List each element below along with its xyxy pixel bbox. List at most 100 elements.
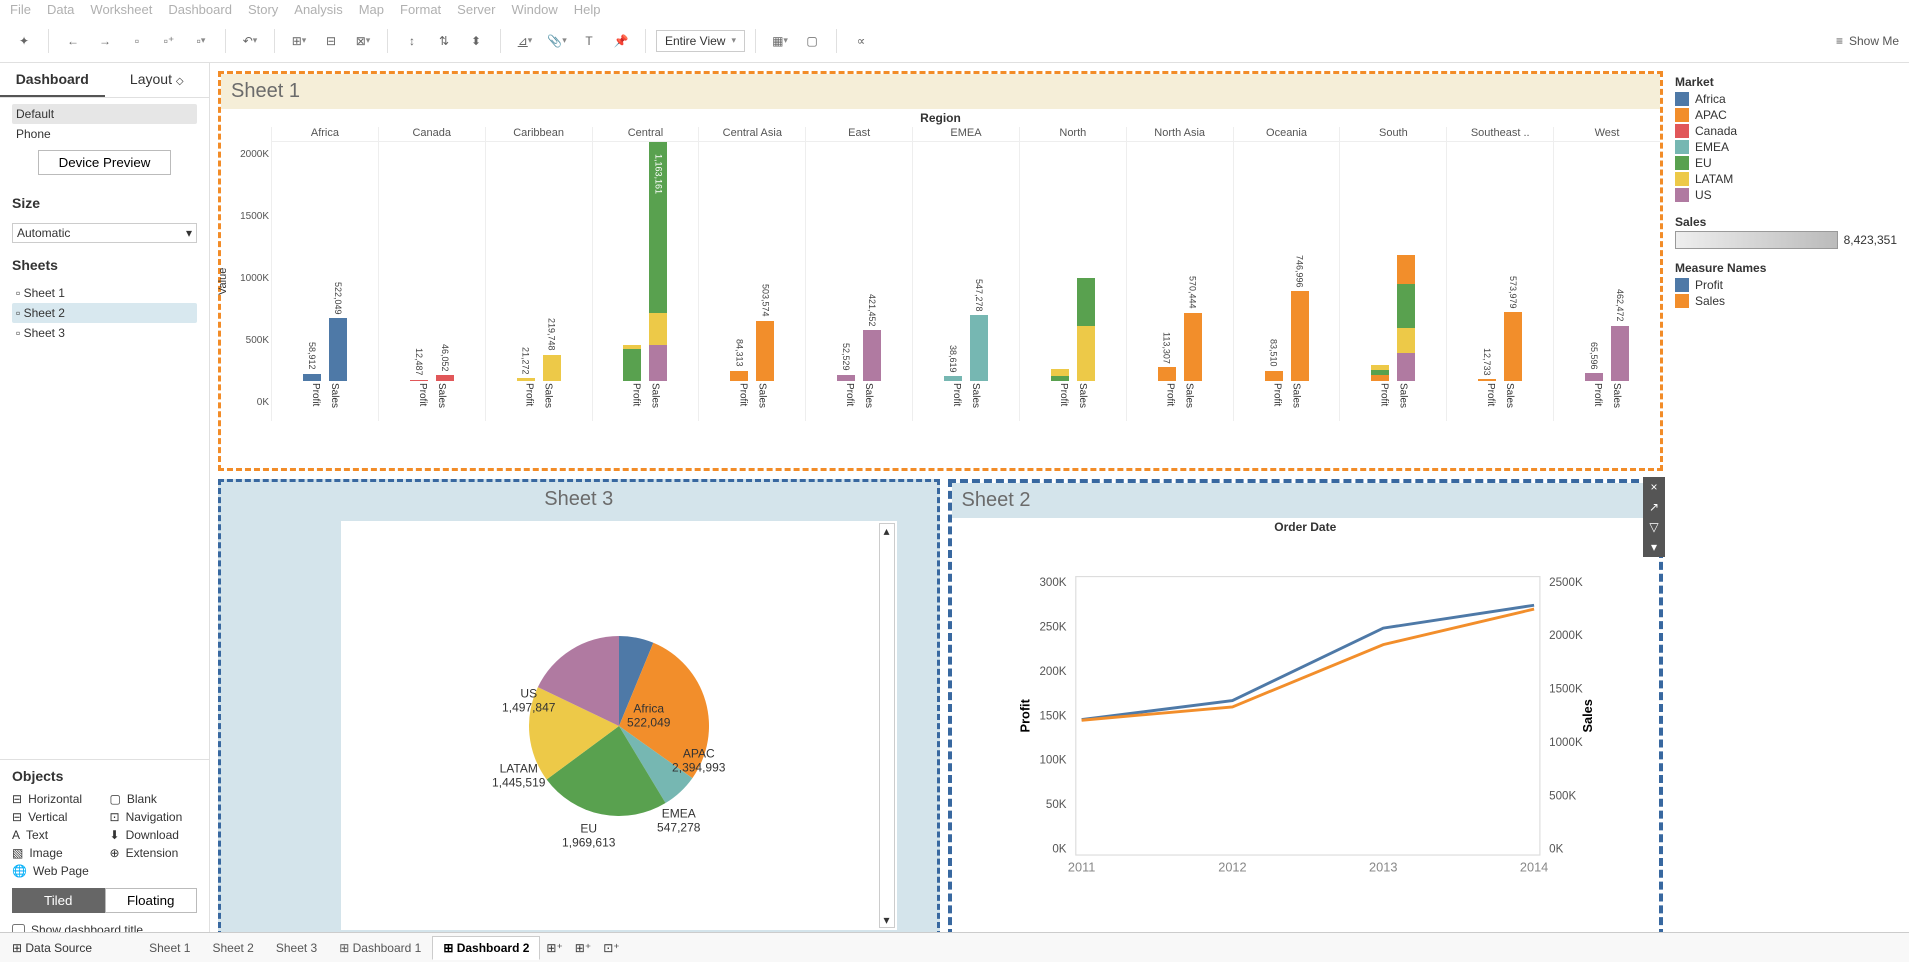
object-horizontal[interactable]: ⊟Horizontal	[12, 792, 100, 806]
region-header: North	[1019, 127, 1126, 141]
clear-icon[interactable]: ⊠ ▾	[349, 27, 377, 55]
menu-format[interactable]: Format	[400, 2, 441, 17]
sheet2-panel[interactable]: Sheet 2 Order Date 0K50K100K150K200K250K…	[948, 479, 1664, 937]
legend-eu[interactable]: EU	[1675, 155, 1897, 171]
region-bars-6: 38,619 547,278	[912, 142, 1019, 381]
svg-text:Sales: Sales	[1580, 699, 1595, 732]
save-icon[interactable]: ▫	[123, 27, 151, 55]
pin-icon[interactable]: 📌	[607, 27, 635, 55]
menu-worksheet[interactable]: Worksheet	[90, 2, 152, 17]
menu-window[interactable]: Window	[511, 2, 557, 17]
pie-chart	[529, 636, 709, 816]
device-preview-button[interactable]: Device Preview	[38, 150, 172, 175]
new-worksheet-icon[interactable]: ⊞⁺	[540, 937, 568, 959]
filter-icon[interactable]: ▽	[1643, 517, 1665, 537]
sheet-item-1[interactable]: ▫ Sheet 1	[12, 283, 197, 303]
object-navigation[interactable]: ⊡Navigation	[110, 810, 198, 824]
region-header: Southeast ..	[1446, 127, 1553, 141]
svg-text:2011: 2011	[1067, 859, 1094, 874]
bottom-tab-sheet-2[interactable]: Sheet 2	[201, 936, 264, 960]
region-bars-0: 58,912 522,049	[271, 142, 378, 381]
size-select[interactable]: Automatic▾	[12, 223, 197, 243]
legend-africa[interactable]: Africa	[1675, 91, 1897, 107]
go-to-sheet-icon[interactable]: ↗	[1643, 497, 1665, 517]
sort-desc-icon[interactable]: ⇅	[430, 27, 458, 55]
svg-text:1500K: 1500K	[1549, 683, 1583, 696]
region-bars-4: 84,313 503,574	[698, 142, 805, 381]
new-story-icon[interactable]: ⊡⁺	[597, 937, 625, 959]
close-icon[interactable]: ×	[1643, 477, 1665, 497]
legend-latam[interactable]: LATAM	[1675, 171, 1897, 187]
region-bars-5: 52,529 421,452	[805, 142, 912, 381]
new-dashboard-icon[interactable]: ⊞⁺	[569, 937, 597, 959]
menu-data[interactable]: Data	[47, 2, 74, 17]
svg-text:2000K: 2000K	[1549, 629, 1583, 642]
logo-icon[interactable]: ✦	[10, 27, 38, 55]
sheet3-panel[interactable]: Sheet 3 ▴▾ Africa522,049APAC2,394,993EME…	[218, 479, 940, 937]
bottom-tab-dashboard-2[interactable]: ⊞ Dashboard 2	[432, 936, 540, 960]
device-phone[interactable]: Phone	[12, 124, 197, 144]
menu-server[interactable]: Server	[457, 2, 495, 17]
tab-layout[interactable]: Layout ◇	[105, 63, 210, 97]
more-icon[interactable]: ▾	[1643, 537, 1665, 557]
new-data-icon[interactable]: ▫⁺	[155, 27, 183, 55]
region-bars-10	[1339, 142, 1446, 381]
new-sheet-icon[interactable]: ▫ ▾	[187, 27, 215, 55]
legend-canada[interactable]: Canada	[1675, 123, 1897, 139]
legend-apac[interactable]: APAC	[1675, 107, 1897, 123]
measures-legend-title: Measure Names	[1675, 261, 1897, 275]
menu-map[interactable]: Map	[359, 2, 384, 17]
pie-label-latam: LATAM1,445,519	[492, 761, 545, 790]
bottom-tab-dashboard-1[interactable]: ⊞ Dashboard 1	[328, 936, 432, 960]
menu-help[interactable]: Help	[574, 2, 601, 17]
sheet-item-3[interactable]: ▫ Sheet 3	[12, 323, 197, 343]
object-text[interactable]: AText	[12, 828, 100, 842]
legend-us[interactable]: US	[1675, 187, 1897, 203]
size-label: Size	[0, 187, 209, 215]
region-bars-8: 113,307 570,444	[1126, 142, 1233, 381]
forward-icon[interactable]: →	[91, 27, 119, 55]
show-me-button[interactable]: ≡ Show Me	[1836, 34, 1899, 48]
sheet-item-2[interactable]: ▫ Sheet 2	[12, 303, 197, 323]
text-icon[interactable]: T	[575, 27, 603, 55]
attach-icon[interactable]: 📎 ▾	[543, 27, 571, 55]
cards-icon[interactable]: ▦ ▾	[766, 27, 794, 55]
datasource-tab[interactable]: ⊞ Data Source	[6, 937, 98, 959]
share-icon[interactable]: ∝	[847, 27, 875, 55]
bottom-tab-sheet-3[interactable]: Sheet 3	[265, 936, 328, 960]
presentation-icon[interactable]: ▢	[798, 27, 826, 55]
object-image[interactable]: ▧Image	[12, 846, 100, 860]
group-icon[interactable]: ⊟	[317, 27, 345, 55]
legend-measure-sales[interactable]: Sales	[1675, 293, 1897, 309]
undo-icon[interactable]: ↶ ▾	[236, 27, 264, 55]
pie-label-eu: EU1,969,613	[562, 821, 615, 850]
swap-icon[interactable]: ⊞ ▾	[285, 27, 313, 55]
menu-file[interactable]: File	[10, 2, 31, 17]
sort-icon[interactable]: ⬍	[462, 27, 490, 55]
region-header: Caribbean	[485, 127, 592, 141]
menu-story[interactable]: Story	[248, 2, 278, 17]
object-web-page[interactable]: 🌐Web Page	[12, 864, 100, 878]
tab-dashboard[interactable]: Dashboard	[0, 63, 105, 97]
device-default[interactable]: Default	[12, 104, 197, 124]
bottom-tab-sheet-1[interactable]: Sheet 1	[138, 936, 201, 960]
object-extension[interactable]: ⊕Extension	[110, 846, 198, 860]
back-icon[interactable]: ←	[59, 27, 87, 55]
region-header: North Asia	[1126, 127, 1233, 141]
floating-button[interactable]: Floating	[105, 888, 198, 913]
object-blank[interactable]: ▢Blank	[110, 792, 198, 806]
menu-analysis[interactable]: Analysis	[294, 2, 342, 17]
legend-emea[interactable]: EMEA	[1675, 139, 1897, 155]
scrollbar[interactable]: ▴▾	[879, 523, 895, 928]
sheet1-panel[interactable]: Sheet 1 Region AfricaCanadaCaribbeanCent…	[218, 71, 1663, 471]
sort-asc-icon[interactable]: ↕	[398, 27, 426, 55]
tiled-button[interactable]: Tiled	[12, 888, 105, 913]
menu-dashboard[interactable]: Dashboard	[168, 2, 232, 17]
object-download[interactable]: ⬇Download	[110, 828, 198, 842]
sales-legend-title: Sales	[1675, 215, 1897, 229]
highlight-icon[interactable]: ⊿ ▾	[511, 27, 539, 55]
legend-measure-profit[interactable]: Profit	[1675, 277, 1897, 293]
fit-dropdown[interactable]: Entire View▾	[656, 30, 745, 52]
view-toolbar: × ↗ ▽ ▾	[1643, 477, 1665, 557]
object-vertical[interactable]: ⊟Vertical	[12, 810, 100, 824]
